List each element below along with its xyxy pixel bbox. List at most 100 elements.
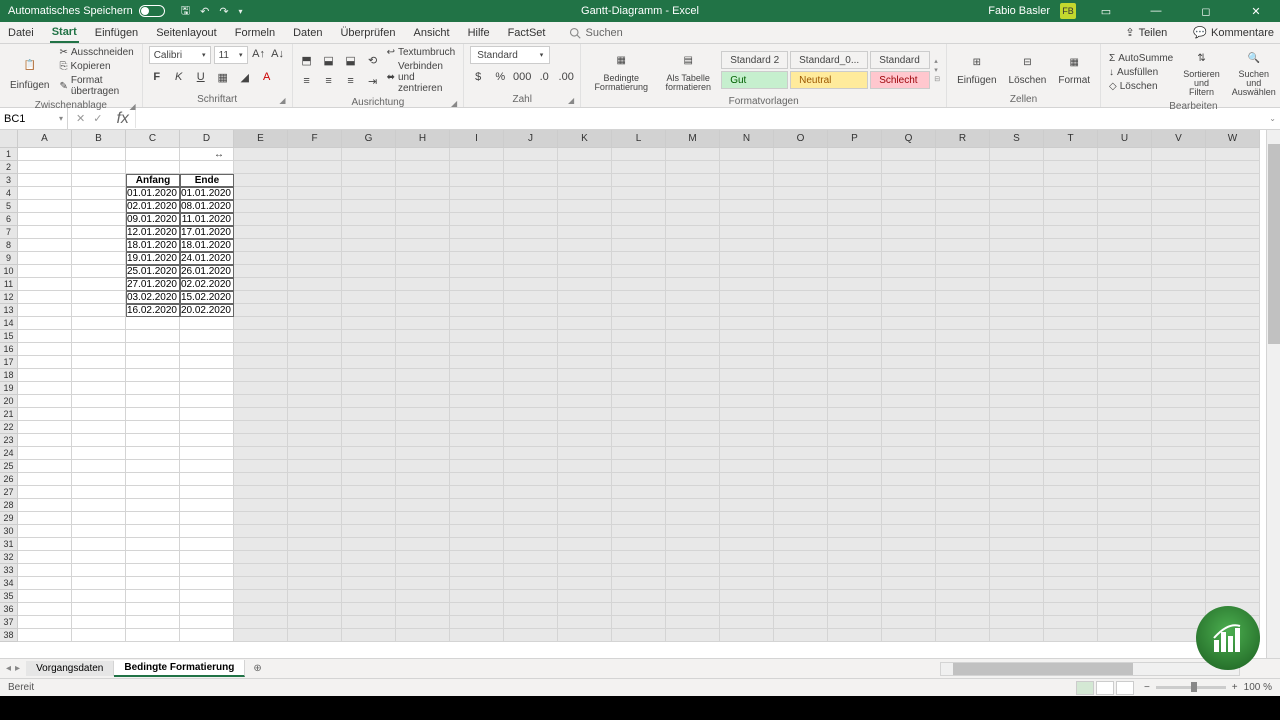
cell-O22[interactable] xyxy=(774,421,828,434)
cell-C25[interactable] xyxy=(126,460,180,473)
cell-H27[interactable] xyxy=(396,486,450,499)
cell-B7[interactable] xyxy=(72,226,126,239)
cell-P23[interactable] xyxy=(828,434,882,447)
cell-W20[interactable] xyxy=(1206,395,1260,408)
cell-T11[interactable] xyxy=(1044,278,1098,291)
cell-H9[interactable] xyxy=(396,252,450,265)
cell-G5[interactable] xyxy=(342,200,396,213)
cell-N8[interactable] xyxy=(720,239,774,252)
cell-E8[interactable] xyxy=(234,239,288,252)
cell-W22[interactable] xyxy=(1206,421,1260,434)
cell-S29[interactable] xyxy=(990,512,1044,525)
tab-start[interactable]: Start xyxy=(50,23,79,43)
cell-Q3[interactable] xyxy=(882,174,936,187)
row-header-18[interactable]: 18 xyxy=(0,369,18,382)
cell-B9[interactable] xyxy=(72,252,126,265)
cell-G7[interactable] xyxy=(342,226,396,239)
cell-P14[interactable] xyxy=(828,317,882,330)
copy-button[interactable]: ⎘Kopieren xyxy=(57,60,135,73)
cell-V23[interactable] xyxy=(1152,434,1206,447)
col-header-O[interactable]: O xyxy=(774,130,828,148)
cell-D23[interactable] xyxy=(180,434,234,447)
cell-C38[interactable] xyxy=(126,629,180,642)
cell-J21[interactable] xyxy=(504,408,558,421)
cell-T1[interactable] xyxy=(1044,148,1098,161)
cell-V36[interactable] xyxy=(1152,603,1206,616)
cell-K13[interactable] xyxy=(558,304,612,317)
cell-M16[interactable] xyxy=(666,343,720,356)
row-header-31[interactable]: 31 xyxy=(0,538,18,551)
col-header-E[interactable]: E xyxy=(234,130,288,148)
cell-T25[interactable] xyxy=(1044,460,1098,473)
cell-S7[interactable] xyxy=(990,226,1044,239)
cell-T12[interactable] xyxy=(1044,291,1098,304)
row-header-9[interactable]: 9 xyxy=(0,252,18,265)
horizontal-scrollbar[interactable] xyxy=(940,662,1240,676)
cell-J23[interactable] xyxy=(504,434,558,447)
row-header-22[interactable]: 22 xyxy=(0,421,18,434)
format-as-table-button[interactable]: ▤Als Tabelle formatieren xyxy=(659,46,717,94)
cell-S9[interactable] xyxy=(990,252,1044,265)
cell-P3[interactable] xyxy=(828,174,882,187)
cell-Q30[interactable] xyxy=(882,525,936,538)
cell-Q4[interactable] xyxy=(882,187,936,200)
cell-R2[interactable] xyxy=(936,161,990,174)
cell-R17[interactable] xyxy=(936,356,990,369)
cell-A1[interactable] xyxy=(18,148,72,161)
cell-V10[interactable] xyxy=(1152,265,1206,278)
cell-I33[interactable] xyxy=(450,564,504,577)
cell-U33[interactable] xyxy=(1098,564,1152,577)
col-header-I[interactable]: I xyxy=(450,130,504,148)
cell-U36[interactable] xyxy=(1098,603,1152,616)
cell-A4[interactable] xyxy=(18,187,72,200)
cell-L14[interactable] xyxy=(612,317,666,330)
cell-F2[interactable] xyxy=(288,161,342,174)
format-painter-button[interactable]: ✎Format übertragen xyxy=(57,74,135,98)
cell-J1[interactable] xyxy=(504,148,558,161)
cell-M35[interactable] xyxy=(666,590,720,603)
cell-Q14[interactable] xyxy=(882,317,936,330)
cell-L25[interactable] xyxy=(612,460,666,473)
cell-O27[interactable] xyxy=(774,486,828,499)
cell-C4[interactable]: 01.01.2020 xyxy=(126,187,180,200)
cell-L3[interactable] xyxy=(612,174,666,187)
cell-W13[interactable] xyxy=(1206,304,1260,317)
dialog-launcher-icon[interactable]: ◢ xyxy=(568,96,574,105)
cell-R8[interactable] xyxy=(936,239,990,252)
cell-P34[interactable] xyxy=(828,577,882,590)
underline-button[interactable]: U xyxy=(193,69,209,85)
cell-I8[interactable] xyxy=(450,239,504,252)
cell-style-standard[interactable]: Standard xyxy=(870,51,930,69)
cell-C10[interactable]: 25.01.2020 xyxy=(126,265,180,278)
row-header-14[interactable]: 14 xyxy=(0,317,18,330)
cell-F14[interactable] xyxy=(288,317,342,330)
cell-N17[interactable] xyxy=(720,356,774,369)
cell-L27[interactable] xyxy=(612,486,666,499)
cell-O23[interactable] xyxy=(774,434,828,447)
cell-H32[interactable] xyxy=(396,551,450,564)
cell-J30[interactable] xyxy=(504,525,558,538)
cell-N3[interactable] xyxy=(720,174,774,187)
cell-N35[interactable] xyxy=(720,590,774,603)
cell-B27[interactable] xyxy=(72,486,126,499)
cell-D14[interactable] xyxy=(180,317,234,330)
cell-I1[interactable] xyxy=(450,148,504,161)
cell-D13[interactable]: 20.02.2020 xyxy=(180,304,234,317)
cell-A10[interactable] xyxy=(18,265,72,278)
cell-E38[interactable] xyxy=(234,629,288,642)
cell-P15[interactable] xyxy=(828,330,882,343)
cell-A12[interactable] xyxy=(18,291,72,304)
cell-M27[interactable] xyxy=(666,486,720,499)
styles-more-icon[interactable]: ⊟ xyxy=(934,75,940,83)
cell-I10[interactable] xyxy=(450,265,504,278)
cell-O10[interactable] xyxy=(774,265,828,278)
cell-J6[interactable] xyxy=(504,213,558,226)
cell-S4[interactable] xyxy=(990,187,1044,200)
comments-button[interactable]: 💬 Kommentare xyxy=(1193,26,1274,39)
cell-P37[interactable] xyxy=(828,616,882,629)
cell-G4[interactable] xyxy=(342,187,396,200)
row-header-3[interactable]: 3 xyxy=(0,174,18,187)
wrap-text-button[interactable]: ↩Textumbruch xyxy=(385,46,458,59)
col-header-Q[interactable]: Q xyxy=(882,130,936,148)
cell-B32[interactable] xyxy=(72,551,126,564)
